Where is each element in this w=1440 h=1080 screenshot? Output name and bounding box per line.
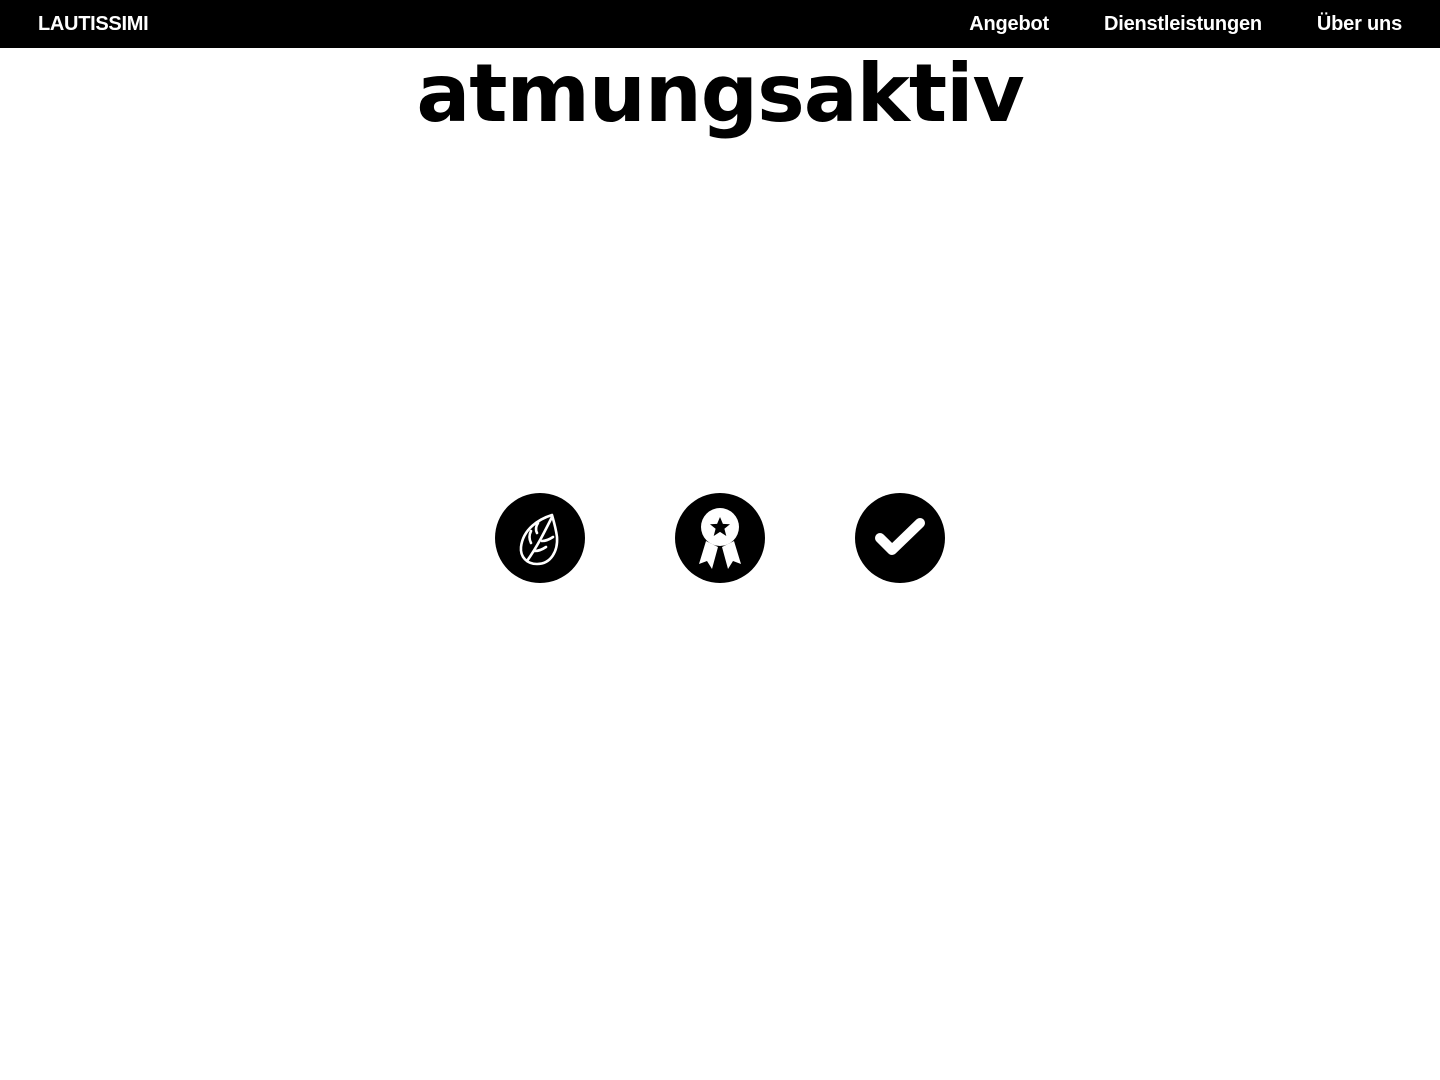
nav-link-angebot[interactable]: Angebot	[969, 0, 1049, 48]
checkmark-icon	[875, 518, 925, 555]
top-navigation-bar: LAUTISSIMI Angebot Dienstleistungen Über…	[0, 0, 1440, 48]
leaf-icon	[519, 513, 559, 566]
feature-icons-row	[495, 493, 945, 583]
hero-title-line-2: atmungsaktiv	[416, 47, 1024, 140]
feature-check	[855, 493, 945, 583]
feature-leaf	[495, 493, 585, 583]
feature-award	[675, 493, 765, 583]
page: hygienisch atmungsaktiv LAUTISSIMI Angeb…	[0, 0, 1440, 1080]
nav-links: Angebot Dienstleistungen Über uns	[969, 0, 1402, 48]
nav-link-dienstleistungen[interactable]: Dienstleistungen	[1104, 0, 1262, 48]
nav-link-ueber-uns[interactable]: Über uns	[1317, 0, 1402, 48]
award-ribbon-icon	[699, 508, 741, 569]
brand-logo-link[interactable]: LAUTISSIMI	[38, 0, 149, 48]
